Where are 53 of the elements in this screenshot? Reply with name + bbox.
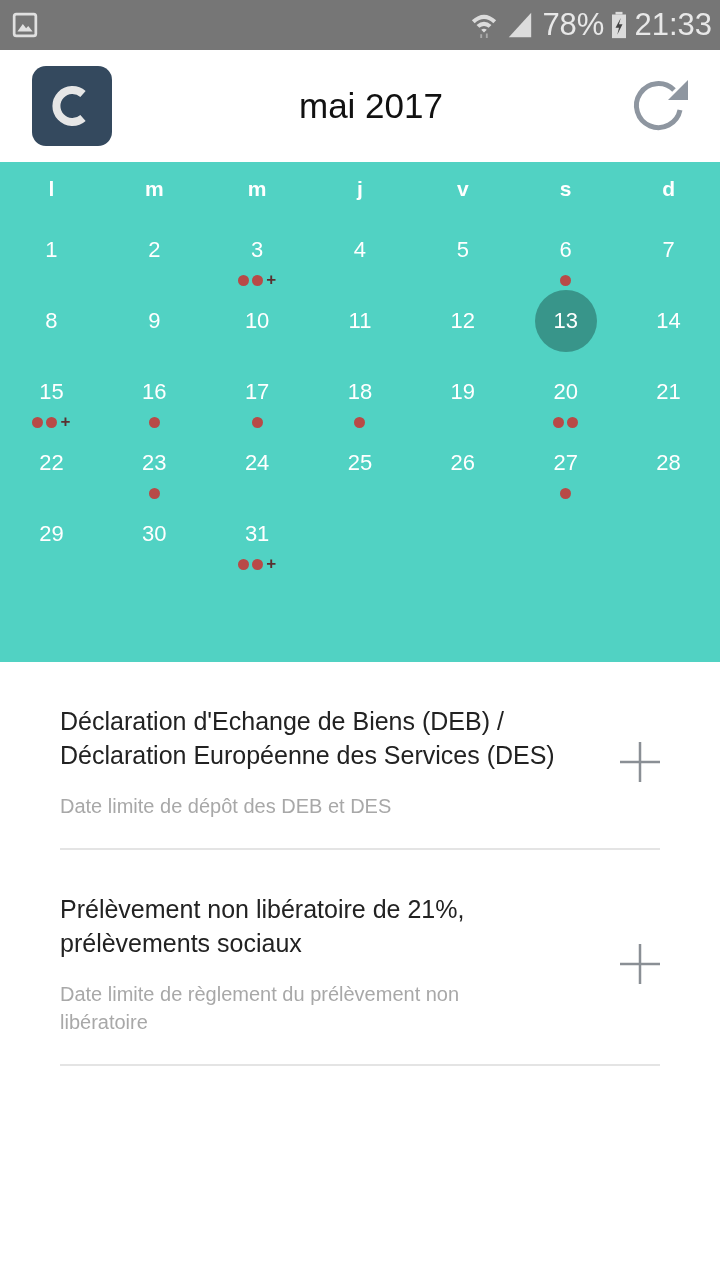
- app-logo-icon[interactable]: [32, 66, 112, 146]
- day-number[interactable]: 12: [431, 299, 494, 343]
- clock-time: 21:33: [634, 7, 712, 43]
- event-title: Déclaration d'Echange de Biens (DEB) / Déclaration Européenne des Services (DES): [60, 706, 556, 771]
- day-number[interactable]: 2: [123, 228, 186, 272]
- day-number[interactable]: 25: [329, 441, 391, 485]
- day-number[interactable]: 22: [20, 441, 83, 485]
- add-icon[interactable]: [620, 944, 660, 984]
- day-number[interactable]: 24: [226, 441, 289, 485]
- day-number[interactable]: 3: [226, 228, 289, 272]
- day-number[interactable]: 27: [534, 441, 597, 485]
- add-icon[interactable]: [620, 742, 660, 782]
- day-number[interactable]: 19: [431, 370, 494, 414]
- day-number[interactable]: 13: [534, 290, 597, 352]
- day-number[interactable]: 1: [20, 228, 83, 272]
- day-number[interactable]: 10: [226, 299, 289, 343]
- day-number[interactable]: 21: [637, 370, 700, 414]
- weekday-label: m: [144, 176, 164, 202]
- day-number[interactable]: 18: [329, 370, 391, 414]
- day-number[interactable]: 29: [20, 512, 83, 556]
- weekday-label: v: [457, 176, 469, 202]
- day-number[interactable]: 8: [20, 299, 83, 343]
- weekday-label: l: [48, 176, 55, 202]
- day-number[interactable]: 7: [637, 228, 700, 272]
- day-number[interactable]: 6: [534, 228, 597, 272]
- day-number[interactable]: 5: [431, 228, 494, 272]
- weekday-label: m: [247, 176, 267, 202]
- day-number[interactable]: 14: [637, 299, 700, 343]
- day-number[interactable]: 16: [123, 370, 186, 414]
- day-number[interactable]: 28: [637, 441, 700, 485]
- day-number[interactable]: 11: [329, 299, 391, 343]
- event-subtitle: Date limite de règlement du prélèvement non libératoire: [60, 982, 461, 1035]
- weekday-label: s: [559, 176, 572, 202]
- day-number[interactable]: 4: [329, 228, 391, 272]
- weekday-label: d: [662, 176, 675, 202]
- day-number[interactable]: 17: [226, 370, 289, 414]
- battery-charging-icon: [612, 11, 627, 39]
- weekday-label: j: [357, 176, 363, 202]
- day-number[interactable]: 20: [534, 370, 597, 414]
- more-events-mark: +: [60, 416, 71, 428]
- event-subtitle: Date limite de dépôt des DEB et DES: [60, 794, 393, 819]
- day-number[interactable]: 30: [123, 512, 186, 556]
- day-number[interactable]: 9: [123, 299, 186, 343]
- image-icon: [12, 12, 38, 38]
- more-events-mark: +: [266, 558, 277, 570]
- event-title: Prélèvement non libératoire de 21%, prélèvements sociaux: [60, 894, 466, 959]
- day-number[interactable]: 31: [226, 512, 289, 556]
- battery-percent: 78%: [542, 7, 605, 43]
- day-number[interactable]: 26: [431, 441, 494, 485]
- more-events-mark: +: [266, 274, 277, 286]
- day-number[interactable]: 23: [123, 441, 186, 485]
- month-title: mai 2017: [299, 86, 443, 126]
- day-number[interactable]: 15: [20, 370, 83, 414]
